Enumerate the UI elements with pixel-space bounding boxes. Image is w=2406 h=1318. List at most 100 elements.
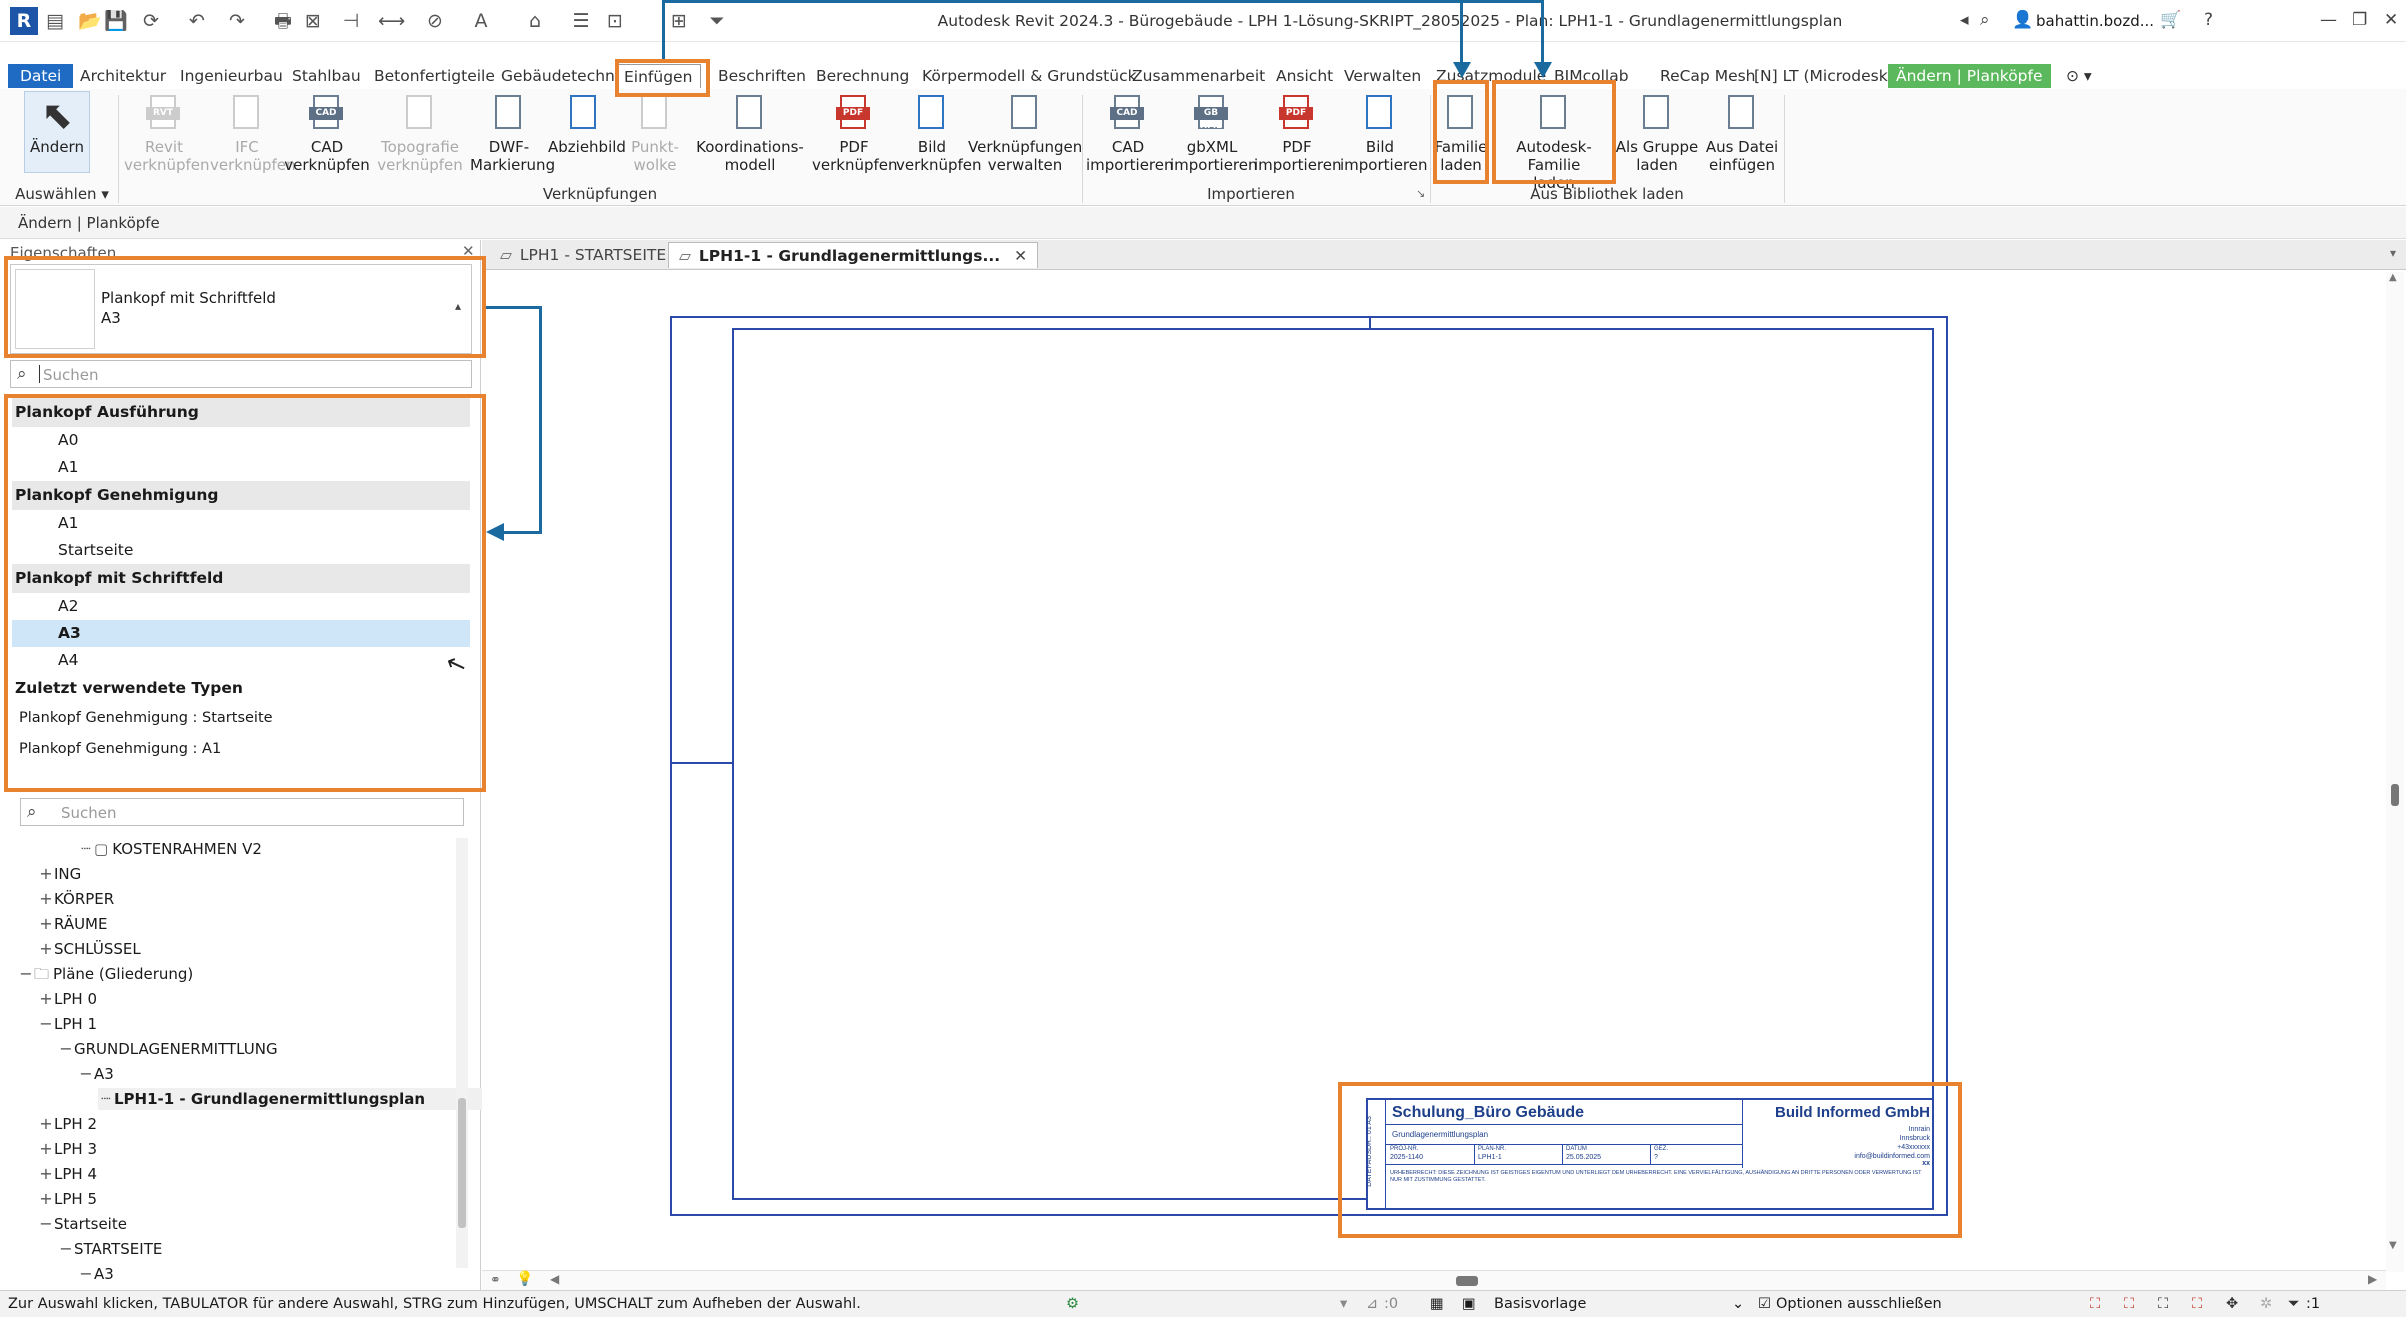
user-name[interactable]: bahattin.bozd... (2036, 12, 2154, 30)
worksharing-icon[interactable]: ⚙ (1066, 1291, 1079, 1318)
tree-toggle-icon[interactable]: + (38, 988, 54, 1010)
scroll-left-icon[interactable]: ◀ (550, 1272, 559, 1286)
vertical-scroll-thumb[interactable] (2391, 784, 2399, 806)
save-icon[interactable]: 💾 (104, 10, 128, 32)
dwf-markierung-button[interactable]: DWF- Markierung (470, 93, 555, 174)
tree-toggle-icon[interactable]: − (18, 963, 34, 985)
ribbon-tab-körpermodell-grundstück[interactable]: Körpermodell & Grundstück (914, 64, 1145, 88)
pdf-verknüpfen-button[interactable]: PDF PDF verknüpfen (812, 93, 898, 174)
home-icon[interactable]: ⌂ (524, 10, 546, 32)
document-tab-2[interactable]: ▱ LPH1-1 - Grundlagenermittlungs... ✕ (668, 242, 1039, 268)
import-settings-icon[interactable]: ↘ (1416, 187, 1425, 200)
print-icon[interactable]: 🖶 (272, 10, 294, 32)
horizontal-scroll-thumb[interactable] (1456, 1276, 1478, 1286)
tag-icon[interactable]: ⊘ (424, 10, 446, 32)
select-links-icon[interactable]: ⛶ (2090, 1291, 2100, 1318)
ribbon-tab-ändern-planköpfe[interactable]: Ändern | Planköpfe (1888, 64, 2051, 88)
tree-item-pläne-gliederung[interactable]: −🗀 Pläne (Gliederung) (18, 963, 193, 985)
ribbon-tab-datei[interactable]: Datei (8, 64, 74, 88)
tree-toggle-icon[interactable]: − (38, 1213, 54, 1235)
tree-item-startseite[interactable]: −Startseite (38, 1213, 127, 1235)
ribbon-tab-ingenieurbau[interactable]: Ingenieurbau (172, 64, 291, 88)
customize-qat-icon[interactable]: ⏷ (706, 10, 728, 32)
scroll-right-icon[interactable]: ▶ (2368, 1272, 2377, 1286)
tree-toggle-icon[interactable]: − (58, 1038, 74, 1060)
tree-toggle-icon[interactable]: − (38, 1013, 54, 1035)
scroll-down-icon[interactable]: ▼ (2389, 1240, 2397, 1251)
gbxml-importieren-button[interactable]: GB XML gbXML importieren (1170, 93, 1258, 174)
tree-toggle-icon[interactable]: − (78, 1063, 94, 1085)
background-process-icon[interactable]: ✲ (2260, 1291, 2272, 1318)
tree-toggle-icon[interactable]: + (38, 863, 54, 885)
ribbon-tab-beschriften[interactable]: Beschriften (710, 64, 814, 88)
ribbon-tab-n-lt-microdesk[interactable]: [N] LT (Microdesk) (1746, 64, 1902, 88)
tree-item-ing[interactable]: +ING (38, 863, 81, 885)
ribbon-tab-ansicht[interactable]: Ansicht (1268, 64, 1341, 88)
modify-button[interactable]: ⬉ Ändern (24, 91, 90, 173)
tree-item-a3[interactable]: −A3 (78, 1063, 114, 1085)
select-by-face-icon[interactable]: ⛶ (2192, 1291, 2202, 1318)
dropdown-arrow-icon[interactable]: ⌄ (1732, 1291, 1744, 1318)
ribbon-tab-verwalten[interactable]: Verwalten (1336, 64, 1429, 88)
tree-item-lph-0[interactable]: +LPH 0 (38, 988, 97, 1010)
abziehbild-button[interactable]: Abziehbild (548, 93, 626, 156)
text-icon[interactable]: A (470, 10, 492, 32)
exclude-options-checkbox[interactable]: ☑ (1758, 1291, 1771, 1318)
tree-toggle-icon[interactable]: − (58, 1238, 74, 1260)
search-help-icon[interactable]: ◂ (1960, 10, 1969, 30)
binoculars-icon[interactable]: ⌕ (1980, 10, 1990, 30)
cad-verknüpfen-button[interactable]: CAD CAD verknüpfen (284, 93, 370, 174)
tree-toggle-icon[interactable]: + (38, 1163, 54, 1185)
restore-icon[interactable]: ❐ (2352, 10, 2367, 30)
ribbon-tab-betonfertigteile[interactable]: Betonfertigteile (366, 64, 503, 88)
tree-toggle-icon[interactable]: − (78, 1263, 94, 1285)
verknüpfungen-verwalten-button[interactable]: Verknüpfungen verwalten (968, 93, 1082, 174)
close-tab-icon[interactable]: ✕ (1014, 247, 1027, 265)
tree-toggle-icon[interactable]: + (38, 1138, 54, 1160)
tree-item-a3[interactable]: −A3 (78, 1263, 114, 1285)
tree-item-grundlagenermittlung[interactable]: −GRUNDLAGENERMITTLUNG (58, 1038, 277, 1060)
tree-toggle-icon[interactable]: + (38, 888, 54, 910)
tab-menu-icon[interactable]: ▾ (2390, 246, 2396, 260)
cad-importieren-button[interactable]: CAD CAD importieren (1086, 93, 1174, 174)
bild-verknüpfen-button[interactable]: Bild verknüpfen (896, 93, 982, 174)
tree-toggle-icon[interactable]: + (38, 1188, 54, 1210)
ribbon-overflow-icon[interactable]: ⊙ ▾ (2058, 64, 2100, 88)
help-icon[interactable]: ? (2204, 10, 2213, 30)
close-view-icon[interactable]: ⊡ (604, 10, 626, 32)
koordinations-modell-button[interactable]: Koordinations-modell (690, 93, 810, 174)
minimize-icon[interactable]: — (2320, 10, 2337, 30)
document-tab-1[interactable]: ▱ LPH1 - STARTSEITE (490, 242, 676, 268)
aus-datei-einfügen-button[interactable]: Aus Datei einfügen (1700, 93, 1784, 174)
open-icon[interactable]: 📂 (78, 10, 102, 32)
active-workset[interactable]: Basisvorlage (1494, 1291, 1586, 1318)
tree-toggle-icon[interactable]: + (38, 913, 54, 935)
tree-item-lph-4[interactable]: +LPH 4 (38, 1163, 97, 1185)
hint-icon[interactable]: 💡 (516, 1271, 533, 1287)
bild-importieren-button[interactable]: Bild importieren (1340, 93, 1428, 174)
tree-item-lph-2[interactable]: +LPH 2 (38, 1113, 97, 1135)
sync-icon[interactable]: ⟳ (140, 10, 162, 32)
tree-item-kostenrahmen-v2[interactable]: ┈ ▢ KOSTENRAHMEN V2 (78, 838, 262, 860)
model-icon[interactable]: ▣ (1462, 1291, 1476, 1318)
measure-icon[interactable]: ⊣ (340, 10, 362, 32)
tree-item-startseite[interactable]: −STARTSEITE (58, 1238, 162, 1260)
select-group-label[interactable]: Auswählen ▾ (14, 185, 110, 203)
tree-item-lph-1[interactable]: −LPH 1 (38, 1013, 97, 1035)
cart-icon[interactable]: 🛒 (2160, 10, 2181, 30)
tree-item-schlüssel[interactable]: +SCHLÜSSEL (38, 938, 140, 960)
dimension-icon[interactable]: ⟷ (378, 10, 405, 32)
redo-icon[interactable]: ↷ (226, 10, 248, 32)
select-pinned-icon[interactable]: ⛶ (2158, 1291, 2168, 1318)
close-window-icon[interactable]: ✕ (2384, 10, 2398, 30)
dropdown-arrow-icon[interactable]: ▾ (1340, 1291, 1347, 1318)
browser-scroll-thumb[interactable] (458, 1098, 466, 1228)
scroll-up-icon[interactable]: ▲ (2389, 272, 2397, 283)
delete-icon[interactable]: ⊠ (302, 10, 324, 32)
view-scale-icon[interactable]: ⚭ (490, 1273, 501, 1288)
tree-toggle-icon[interactable]: + (38, 1113, 54, 1135)
undo-icon[interactable]: ↶ (186, 10, 208, 32)
pdf-importieren-button[interactable]: PDF PDF importieren (1254, 93, 1342, 174)
ribbon-tab-zusammenarbeit[interactable]: Zusammenarbeit (1124, 64, 1273, 88)
tree-item-lph-5[interactable]: +LPH 5 (38, 1188, 97, 1210)
